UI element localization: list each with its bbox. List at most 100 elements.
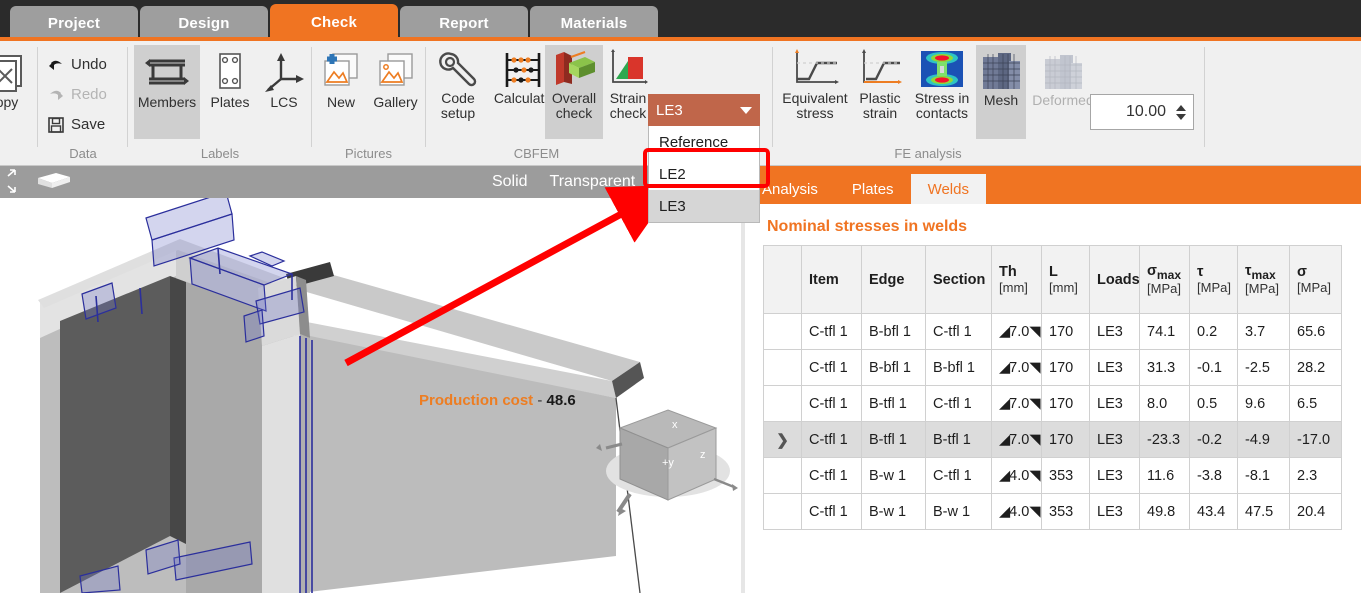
results-tab-plates[interactable]: Plates — [835, 174, 911, 204]
abacus-calculate-icon — [505, 53, 541, 87]
table-cell-loads: LE3 — [1089, 457, 1140, 494]
table-cell-expander[interactable]: ❯ — [763, 421, 802, 458]
lcs-axes-icon — [265, 53, 304, 92]
stress-in-contacts-button[interactable]: Stress in contacts — [908, 45, 976, 139]
svg-text:z: z — [700, 449, 706, 461]
table-row[interactable]: C-tfl 1 B-bfl 1 C-tfl 1 ◢7.0◥ 170 LE3 74.1 0.2 3… — [763, 313, 1342, 350]
table-cell-sigma-max: -23.3 — [1139, 421, 1190, 458]
table-cell-expander[interactable] — [763, 493, 802, 530]
load-effect-combo[interactable]: LE3 — [648, 94, 760, 126]
copy-button[interactable]: opy — [0, 49, 36, 110]
table-cell-sigma: -17.0 — [1289, 421, 1342, 458]
table-cell-sigma: 65.6 — [1289, 313, 1342, 350]
spinner-down-icon[interactable] — [1176, 113, 1186, 120]
application-window: ProjectDesignCheckReportMaterials opy — [0, 0, 1361, 593]
deformed-button[interactable]: Deformed — [1026, 45, 1100, 139]
results-tab-welds[interactable]: Welds — [910, 174, 986, 204]
ribbon-separator — [311, 47, 312, 147]
tab-check[interactable]: Check — [270, 4, 398, 40]
table-cell-loads: LE3 — [1089, 313, 1140, 350]
table-header-cell: Item — [801, 245, 862, 314]
display-mode-transparent[interactable]: Transparent — [550, 173, 636, 191]
ribbon-group-labels: Members Plates LCS Labels — [132, 41, 308, 165]
table-cell-edge: B-w 1 — [861, 493, 926, 530]
table-cell-expander[interactable] — [763, 313, 802, 350]
table-cell-l: 353 — [1041, 457, 1090, 494]
overall-check-label: Overall check — [551, 90, 597, 121]
table-cell-expander[interactable] — [763, 349, 802, 386]
results-section-title: Nominal stresses in welds — [767, 218, 968, 235]
navigation-cube[interactable]: +y z x — [596, 409, 738, 516]
overall-check-button[interactable]: Overall check — [545, 45, 603, 139]
strain-check-label: Strain check — [609, 90, 647, 121]
table-cell-tau: 0.5 — [1189, 385, 1238, 422]
undo-icon — [49, 60, 62, 70]
tab-design[interactable]: Design — [140, 6, 268, 40]
table-cell-section: C-tfl 1 — [925, 313, 992, 350]
table-cell-section: B-w 1 — [925, 493, 992, 530]
view-box-icon[interactable] — [32, 169, 76, 195]
save-button[interactable]: Save — [48, 116, 105, 133]
tab-materials[interactable]: Materials — [530, 6, 658, 40]
ribbon-separator — [1204, 47, 1205, 147]
table-header-cell: τ [MPa] — [1189, 245, 1238, 314]
new-picture-label: New — [326, 94, 355, 110]
table-cell-expander[interactable] — [763, 457, 802, 494]
redo-button[interactable]: Redo — [48, 86, 107, 103]
dropdown-option-reference[interactable]: Reference — [649, 126, 759, 158]
members-button[interactable]: Members — [134, 45, 200, 139]
table-row[interactable]: ❯ C-tfl 1 B-tfl 1 B-tfl 1 ◢7.0◥ 170 LE3 -23.3 -0… — [763, 421, 1342, 458]
table-cell-th: ◢7.0◥ — [991, 349, 1042, 386]
gallery-button[interactable]: Gallery — [369, 45, 422, 139]
table-row[interactable]: C-tfl 1 B-w 1 C-tfl 1 ◢4.0◥ 353 LE3 11.6 -3.8 -8… — [763, 457, 1342, 494]
code-setup-button[interactable]: Code setup — [429, 45, 487, 139]
table-header-cell: σmax [MPa] — [1139, 245, 1190, 314]
calculate-label: Calculate — [493, 90, 553, 106]
lcs-button[interactable]: LCS — [260, 45, 308, 139]
ribbon-tabstrip: Project Design Check Report Materials — [0, 0, 1361, 40]
dropdown-option-le3[interactable]: LE3 — [649, 190, 759, 222]
plates-icon — [219, 53, 241, 89]
table-cell-expander[interactable] — [763, 385, 802, 422]
table-cell-th: ◢4.0◥ — [991, 493, 1042, 530]
plastic-strain-icon — [862, 49, 902, 84]
table-header-cell: Th [mm] — [991, 245, 1042, 314]
welds-results-table: Item Edge Section Th [mm] L [mm] Loads σmax [MPa]… — [763, 245, 1342, 530]
save-label: Save — [71, 116, 106, 133]
table-header-cell: τmax [MPa] — [1237, 245, 1290, 314]
new-picture-button[interactable]: New — [315, 45, 367, 139]
gallery-label: Gallery — [373, 94, 418, 110]
mesh-button[interactable]: Mesh — [976, 45, 1026, 139]
undo-button[interactable]: Undo — [48, 56, 107, 73]
load-effect-dropdown-list[interactable]: Reference LE2 LE3 — [648, 126, 760, 223]
table-row[interactable]: C-tfl 1 B-w 1 B-w 1 ◢4.0◥ 353 LE3 49.8 43.4 47.5… — [763, 493, 1342, 530]
scale-spinner[interactable]: 10.00 — [1090, 94, 1194, 130]
plates-button[interactable]: Plates — [202, 45, 258, 139]
table-cell-tau-max: -8.1 — [1237, 457, 1290, 494]
new-picture-icon — [324, 53, 358, 86]
equivalent-stress-button[interactable]: Equivalent stress — [778, 45, 852, 139]
plastic-strain-button[interactable]: Plastic strain — [852, 45, 908, 139]
strain-check-button[interactable]: Strain check — [603, 45, 653, 139]
table-cell-sigma: 20.4 — [1289, 493, 1342, 530]
tab-project[interactable]: Project — [10, 6, 138, 40]
dropdown-option-le2[interactable]: LE2 — [649, 158, 759, 190]
table-cell-tau: 0.2 — [1189, 313, 1238, 350]
tab-report[interactable]: Report — [400, 6, 528, 40]
scale-spinner-arrows — [1173, 104, 1193, 120]
svg-text:x: x — [672, 419, 678, 431]
table-cell-tau-max: 3.7 — [1237, 313, 1290, 350]
table-header-cell: Section — [925, 245, 992, 314]
table-row[interactable]: C-tfl 1 B-tfl 1 C-tfl 1 ◢7.0◥ 170 LE3 8.0 0.5 9.… — [763, 385, 1342, 422]
steel-connection-3d-model[interactable]: +y z x — [0, 166, 745, 593]
beam-member — [286, 262, 644, 593]
table-cell-tau: -0.1 — [1189, 349, 1238, 386]
display-mode-solid[interactable]: Solid — [492, 173, 528, 191]
spinner-up-icon[interactable] — [1176, 104, 1186, 111]
ribbon-separator — [127, 47, 128, 147]
equivalent-stress-label: Equivalent stress — [782, 90, 848, 121]
mesh-icon — [983, 53, 1020, 89]
table-row[interactable]: C-tfl 1 B-bfl 1 B-bfl 1 ◢7.0◥ 170 LE3 31.3 -0.1… — [763, 349, 1342, 386]
model-viewport[interactable]: SolidTransparentWireframe Production cos… — [0, 166, 745, 593]
expand-collapse-icon[interactable] — [4, 167, 20, 197]
